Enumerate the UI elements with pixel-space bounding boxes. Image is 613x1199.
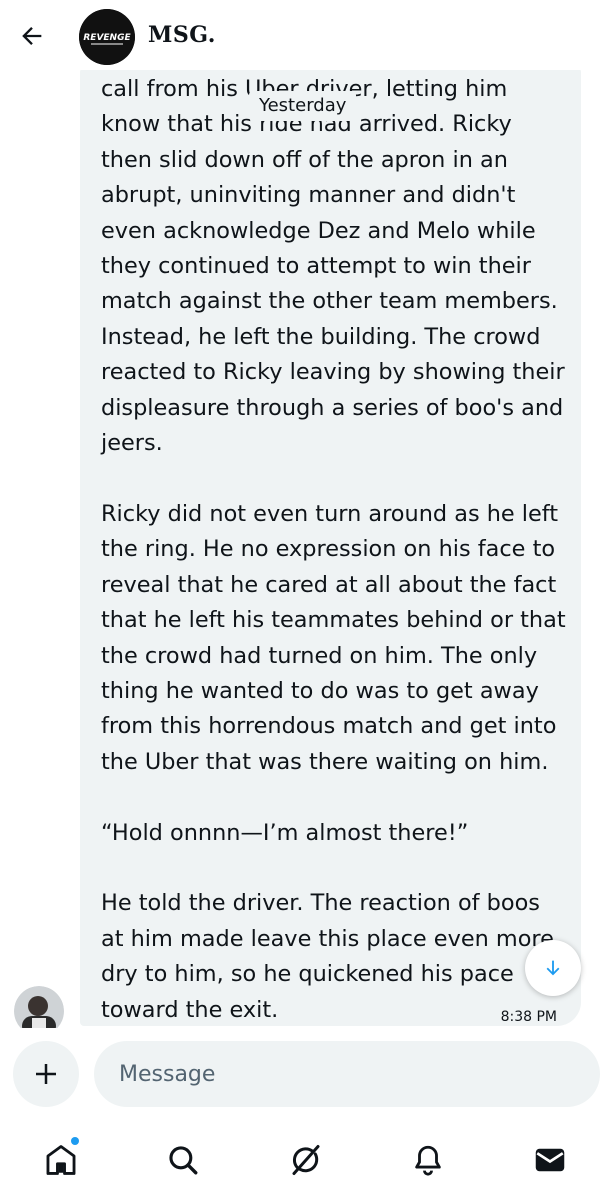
home-icon (46, 1145, 76, 1175)
nav-grok[interactable] (284, 1138, 328, 1182)
home-notification-dot (71, 1137, 79, 1145)
nav-notifications[interactable] (406, 1138, 450, 1182)
plus-icon (36, 1064, 56, 1084)
nav-search[interactable] (161, 1138, 205, 1182)
nav-messages[interactable] (528, 1138, 572, 1182)
back-button[interactable] (14, 18, 50, 54)
conversation-avatar[interactable]: REVENGE (79, 9, 135, 65)
add-attachment-button[interactable] (13, 1041, 79, 1107)
scroll-to-bottom-button[interactable] (525, 940, 581, 996)
mail-icon (535, 1148, 565, 1172)
message-timestamp: 8:38 PM (500, 1009, 557, 1025)
message-bubble[interactable]: call from his Uber driver, letting him k… (80, 68, 581, 1026)
sender-avatar[interactable] (14, 986, 64, 1028)
nav-home[interactable] (39, 1137, 83, 1182)
grok-icon (292, 1145, 320, 1175)
arrow-down-icon (546, 960, 560, 976)
avatar-logo-text: REVENGE (83, 33, 131, 43)
search-icon (169, 1146, 198, 1175)
conversation-header: REVENGE MSG. (0, 0, 613, 70)
bell-icon (415, 1145, 441, 1176)
bottom-navigation (0, 1120, 613, 1199)
day-separator: Yesterday (249, 91, 357, 121)
conversation-title[interactable]: MSG. (148, 22, 216, 48)
composer (0, 1028, 613, 1120)
arrow-left-icon (22, 27, 42, 45)
message-text: call from his Uber driver, letting him k… (101, 76, 566, 1023)
message-input[interactable] (94, 1041, 600, 1107)
